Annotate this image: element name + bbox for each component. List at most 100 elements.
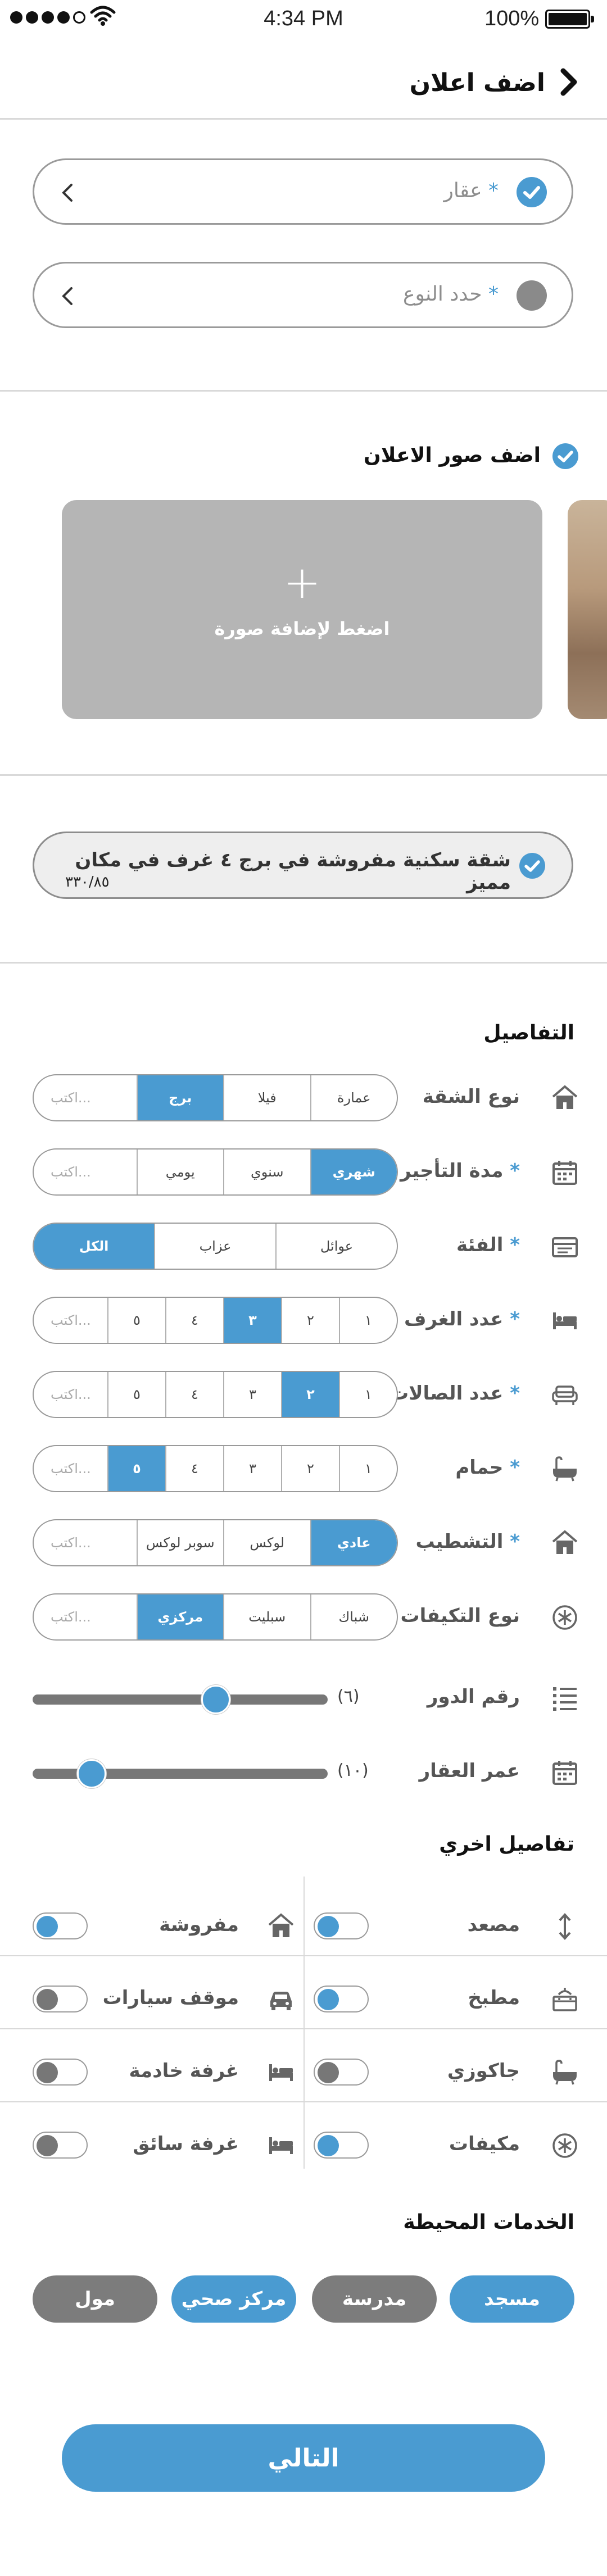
segment-option[interactable]: ١ (339, 1372, 397, 1417)
option-label: مفروشة (159, 1914, 239, 1936)
custom-value-input[interactable]: اكتب... (34, 1594, 137, 1639)
type-picker[interactable]: * حدد النوع (33, 262, 573, 328)
battery-percent: 100% (484, 7, 540, 30)
calendar-icon (552, 1161, 577, 1185)
ac-icon (552, 2133, 577, 2158)
segment-option[interactable]: ٥ (107, 1446, 165, 1491)
segmented-control: شهري سنوي يومي اكتب... (33, 1148, 398, 1196)
custom-value-input[interactable]: اكتب... (34, 1298, 107, 1343)
detail-label-text: حمام (455, 1456, 504, 1479)
segment-option[interactable]: ٥ (107, 1372, 165, 1417)
slider-handle[interactable] (201, 1685, 230, 1714)
type-picker-label: * حدد النوع (403, 283, 499, 306)
segment-option[interactable]: مركزي (136, 1594, 223, 1639)
required-star: * (510, 1382, 520, 1405)
segment-option[interactable]: ٢ (281, 1298, 339, 1343)
service-chip[interactable]: مول (33, 2275, 157, 2323)
add-photo-button[interactable]: + اضغط لإضافة صورة (62, 500, 542, 719)
custom-value-input[interactable]: اكتب... (34, 1446, 107, 1491)
next-button[interactable]: التالي (62, 2424, 545, 2492)
segment-option[interactable]: الكل (34, 1224, 154, 1269)
custom-value-input[interactable]: اكتب... (34, 1372, 107, 1417)
service-chip[interactable]: مدرسة (312, 2275, 437, 2323)
detail-label-text: عدد الصالات (389, 1382, 504, 1405)
option-toggle[interactable] (314, 1912, 369, 1939)
divider (0, 1955, 607, 1956)
segment-option[interactable]: فيلا (223, 1075, 310, 1120)
option-toggle[interactable] (314, 2132, 369, 2159)
segment-option[interactable]: سنوي (223, 1150, 310, 1194)
bathtub-icon (553, 2060, 577, 2085)
property-picker[interactable]: * عقار (33, 158, 573, 225)
custom-value-input[interactable]: اكتب... (34, 1075, 137, 1120)
segment-option[interactable]: ٢ (281, 1372, 339, 1417)
detail-label-text: التشطيب (415, 1530, 504, 1553)
option-toggle[interactable] (33, 1986, 88, 2012)
segment-option[interactable]: عمارة (310, 1075, 397, 1120)
ad-title-field[interactable]: شقة سكنية مفروشة في برج ٤ غرف في مكان مم… (33, 832, 573, 899)
segment-option[interactable]: شهري (310, 1150, 397, 1194)
segment-option[interactable]: عزاب (154, 1224, 275, 1269)
option-toggle[interactable] (314, 1986, 369, 2012)
row-icon-wrap (551, 1759, 579, 1787)
segment-option[interactable]: سوبر لوكس (136, 1520, 224, 1565)
segment-option[interactable]: لوكس (223, 1520, 310, 1565)
segment-option[interactable]: ٤ (165, 1446, 223, 1491)
segment-option[interactable]: ٥ (107, 1298, 165, 1343)
segment-option[interactable]: ٣ (223, 1298, 281, 1343)
segment-option[interactable]: ١ (339, 1298, 397, 1343)
row-icon-wrap (551, 1684, 579, 1712)
segment-option[interactable]: عوائل (275, 1224, 397, 1269)
segment-option[interactable]: سبليت (223, 1594, 310, 1639)
option-toggle[interactable] (33, 2132, 88, 2159)
slider-track[interactable] (33, 1694, 328, 1705)
ac-icon (552, 1605, 577, 1630)
custom-value-input[interactable]: اكتب... (34, 1150, 137, 1194)
option-toggle[interactable] (33, 1912, 88, 1939)
segment-option[interactable]: ٣ (223, 1372, 281, 1417)
add-photo-caption: اضغط لإضافة صورة (214, 618, 390, 639)
slider-handle[interactable] (77, 1759, 106, 1788)
divider (0, 2101, 607, 2102)
row-icon-wrap (551, 1603, 579, 1632)
segment-option[interactable]: ٣ (223, 1446, 281, 1491)
segment-option[interactable]: ٤ (165, 1372, 223, 1417)
other-details-title: تفاصيل اخري (439, 1833, 574, 1856)
segmented-control: ١ ٢ ٣ ٤ ٥ اكتب... (33, 1297, 398, 1344)
service-chip[interactable]: مركز صحي (171, 2275, 296, 2323)
segmented-control: ١ ٢ ٣ ٤ ٥ اكتب... (33, 1445, 398, 1492)
photo-thumbnail[interactable] (568, 500, 607, 719)
divider (0, 118, 607, 120)
segment-option[interactable]: شباك (310, 1594, 397, 1639)
option-toggle[interactable] (33, 2059, 88, 2086)
segment-option[interactable]: ٤ (165, 1298, 223, 1343)
check-circle-icon (517, 177, 547, 207)
detail-label-text: نوع التكيفات (400, 1605, 520, 1627)
custom-value-input[interactable]: اكتب... (34, 1520, 137, 1565)
service-chip[interactable]: مسجد (450, 2275, 574, 2323)
option-icon-wrap (267, 1986, 295, 2016)
segment-option[interactable]: ٢ (281, 1446, 339, 1491)
home-icon (268, 1913, 294, 1937)
option-toggle[interactable] (314, 2059, 369, 2086)
required-star: * (510, 1456, 520, 1479)
segment-option[interactable]: برج (136, 1075, 223, 1120)
option-icon-wrap (267, 2132, 295, 2162)
header: اضف اعلان (0, 56, 607, 118)
row-icon-wrap (551, 1233, 579, 1261)
detail-label: * مدة التأجير (400, 1160, 520, 1182)
segmented-control: شباك سبليت مركزي اكتب... (33, 1593, 398, 1641)
segmented-control: عادي لوكس سوبر لوكس اكتب... (33, 1519, 398, 1566)
segment-option[interactable]: يومي (136, 1150, 224, 1194)
slider-value: (٦) (337, 1687, 360, 1706)
kitchen-icon (552, 1988, 577, 2011)
divider (0, 390, 607, 392)
car-icon (270, 1992, 292, 2010)
detail-label: * الفئة (456, 1234, 520, 1256)
segmented-control: عوائل عزاب الكل (33, 1223, 398, 1270)
segment-option[interactable]: ١ (339, 1446, 397, 1491)
back-chevron-icon[interactable] (559, 66, 579, 98)
segment-option[interactable]: عادي (310, 1520, 397, 1565)
details-section-title: التفاصيل (483, 1021, 574, 1044)
row-icon-wrap (551, 1455, 579, 1483)
